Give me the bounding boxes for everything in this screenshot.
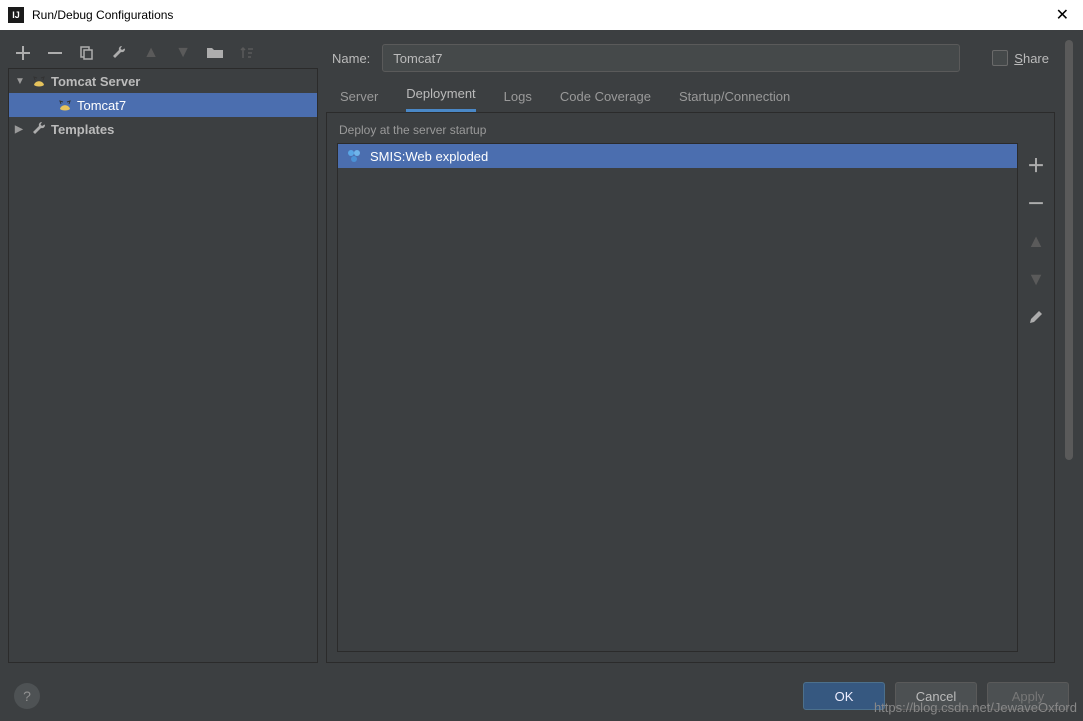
tomcat-icon	[57, 97, 73, 113]
artifact-row[interactable]: SMIS:Web exploded	[338, 144, 1017, 168]
tree-item-label: Tomcat7	[77, 98, 126, 113]
config-tabs: Server Deployment Logs Code Coverage Sta…	[326, 78, 1055, 112]
config-tree[interactable]: ▼ Tomcat Server Tomcat7 ▶ Templates	[8, 68, 318, 663]
help-button[interactable]: ?	[14, 683, 40, 709]
window-title: Run/Debug Configurations	[32, 8, 1050, 22]
tree-group-label: Templates	[51, 122, 114, 137]
title-bar: IJ Run/Debug Configurations ✕	[0, 0, 1083, 30]
share-checkbox[interactable]: Share	[992, 50, 1049, 66]
artifact-side-toolbar: ＋ － ▲ ▼	[1018, 143, 1054, 662]
remove-artifact-icon[interactable]: －	[1024, 191, 1048, 215]
copy-icon[interactable]	[78, 44, 96, 62]
tree-group-label: Tomcat Server	[51, 74, 140, 89]
artifact-icon	[346, 148, 362, 164]
chevron-down-icon: ▼	[15, 76, 27, 87]
deployment-panel: Deploy at the server startup SMIS:Web ex…	[326, 112, 1055, 663]
tree-group-templates[interactable]: ▶ Templates	[9, 117, 317, 141]
tree-item-tomcat7[interactable]: Tomcat7	[9, 93, 317, 117]
share-label: Share	[1014, 51, 1049, 66]
tab-startup-connection[interactable]: Startup/Connection	[679, 83, 790, 112]
move-down-icon: ▼	[1024, 267, 1048, 291]
sort-icon	[238, 44, 256, 62]
dialog-footer: ? OK Cancel Apply	[0, 671, 1083, 721]
tab-deployment[interactable]: Deployment	[406, 80, 475, 112]
ok-button[interactable]: OK	[803, 682, 885, 710]
close-icon[interactable]: ✕	[1050, 5, 1075, 25]
remove-icon[interactable]	[46, 44, 64, 62]
tab-code-coverage[interactable]: Code Coverage	[560, 83, 651, 112]
name-label: Name:	[332, 51, 370, 66]
name-input[interactable]	[382, 44, 960, 72]
edit-artifact-icon[interactable]	[1024, 305, 1048, 329]
folder-icon[interactable]	[206, 44, 224, 62]
deploy-section-label: Deploy at the server startup	[327, 113, 1054, 143]
checkbox-icon[interactable]	[992, 50, 1008, 66]
tomcat-icon	[31, 73, 47, 89]
wrench-icon[interactable]	[110, 44, 128, 62]
add-artifact-icon[interactable]: ＋	[1024, 153, 1048, 177]
move-down-icon: ▼	[174, 44, 192, 62]
artifact-list[interactable]: SMIS:Web exploded	[337, 143, 1018, 652]
app-icon: IJ	[8, 7, 24, 23]
chevron-right-icon: ▶	[15, 124, 27, 135]
config-toolbar: ▲ ▼	[8, 38, 318, 68]
move-up-icon: ▲	[1024, 229, 1048, 253]
move-up-icon: ▲	[142, 44, 160, 62]
scrollbar[interactable]	[1063, 38, 1075, 663]
tab-server[interactable]: Server	[340, 83, 378, 112]
wrench-icon	[31, 121, 47, 137]
add-icon[interactable]	[14, 44, 32, 62]
tab-logs[interactable]: Logs	[504, 83, 532, 112]
artifact-label: SMIS:Web exploded	[370, 149, 488, 164]
apply-button[interactable]: Apply	[987, 682, 1069, 710]
tree-group-tomcat[interactable]: ▼ Tomcat Server	[9, 69, 317, 93]
cancel-button[interactable]: Cancel	[895, 682, 977, 710]
